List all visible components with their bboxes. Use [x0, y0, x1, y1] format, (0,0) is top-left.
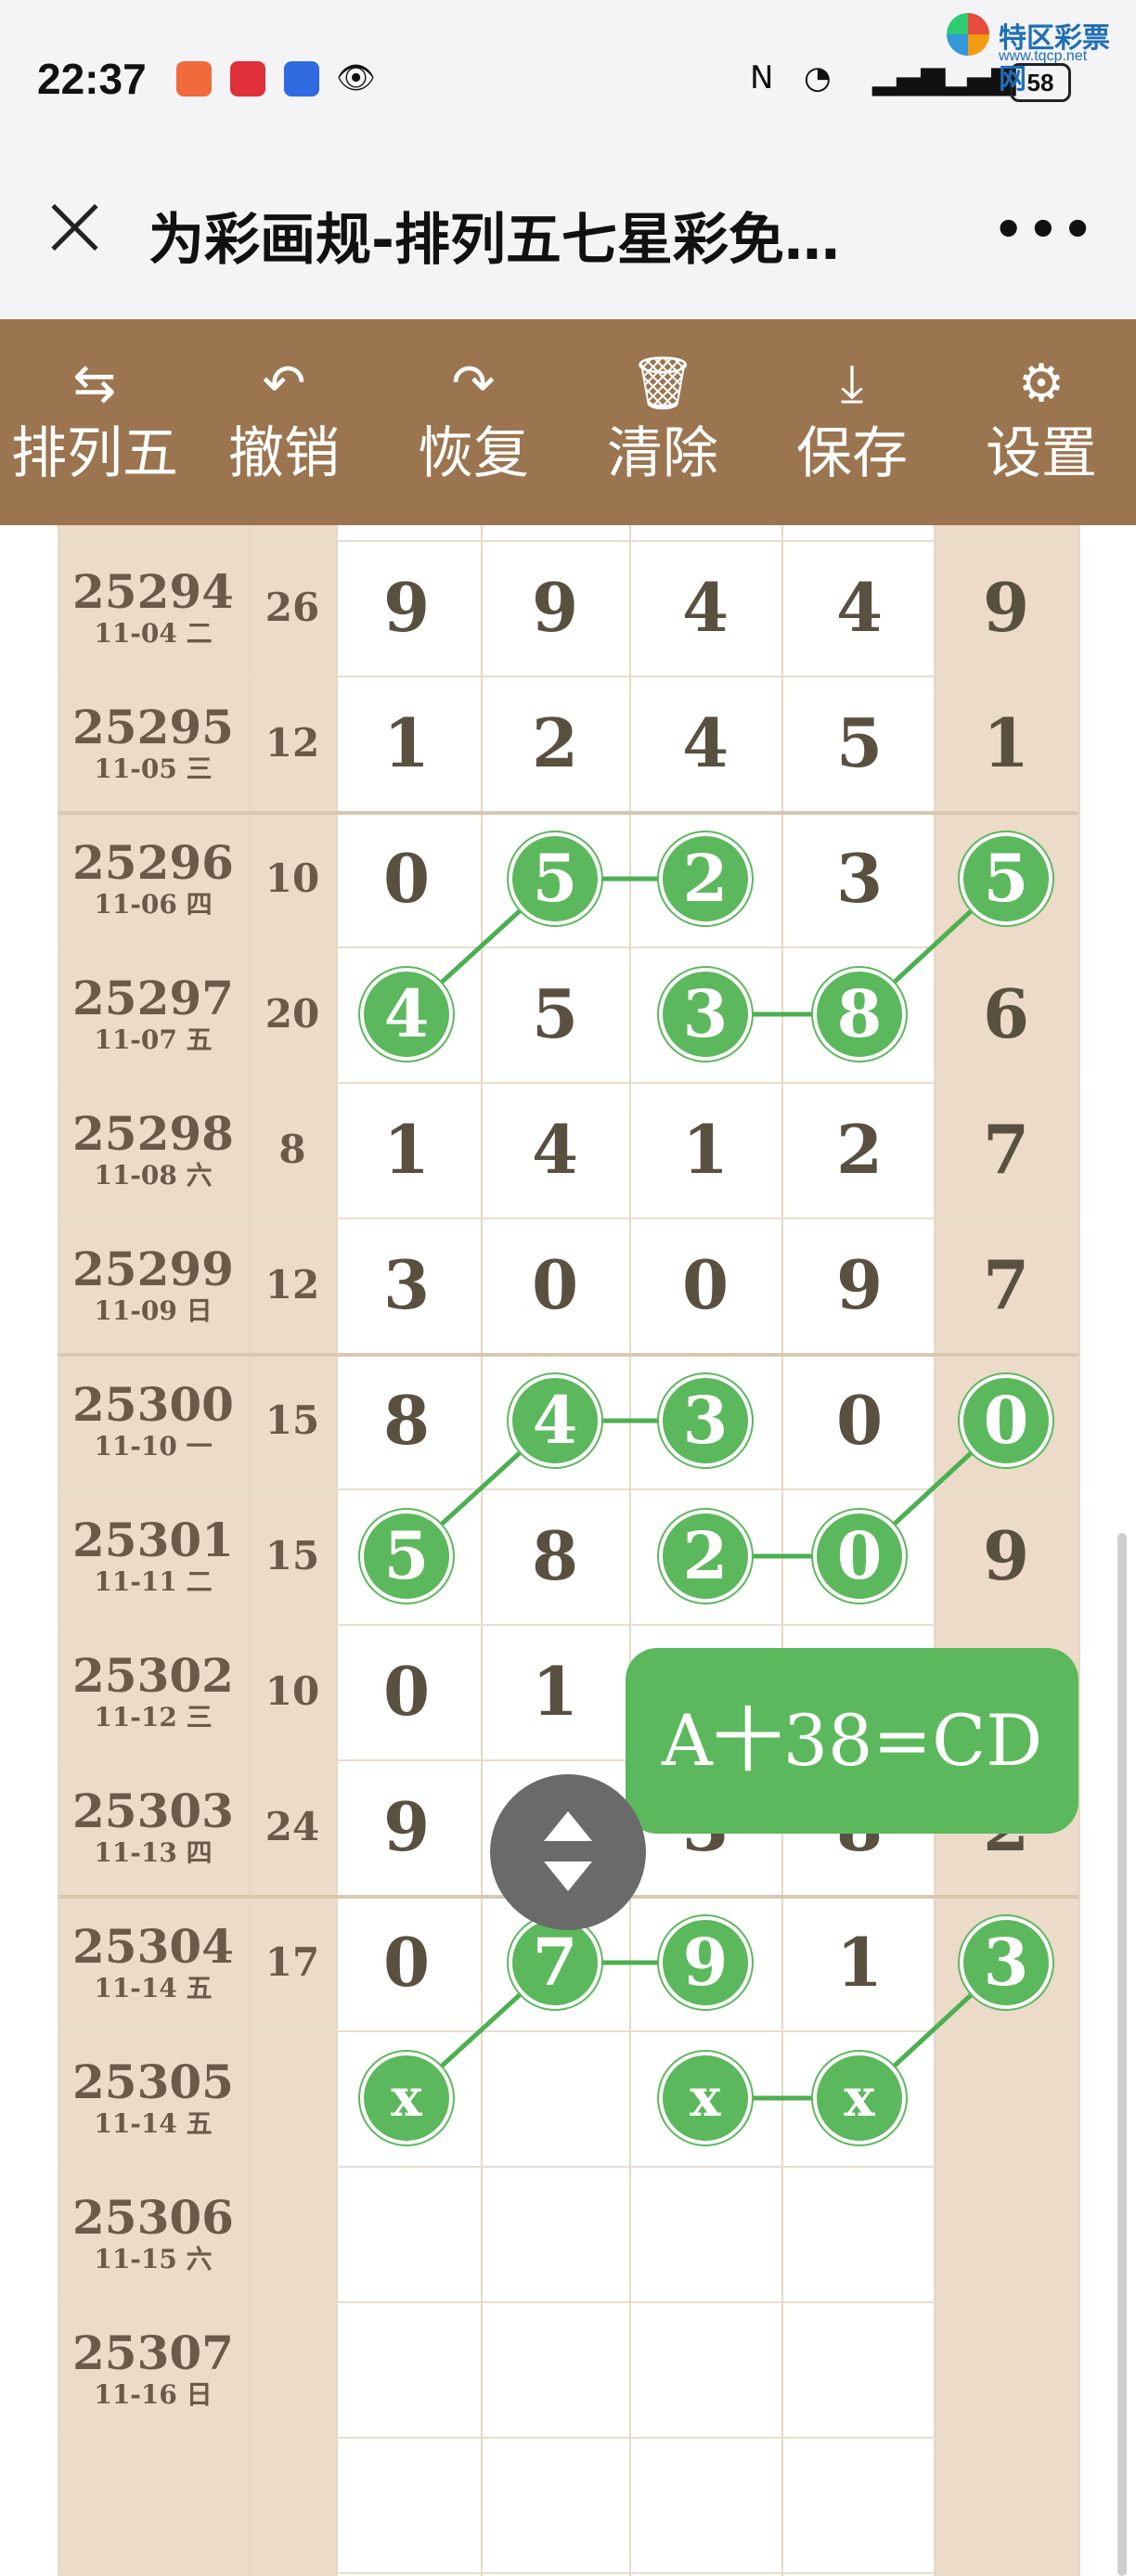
highlighted-digit-ball[interactable]: 4	[360, 968, 453, 1061]
toolbar-label: 撤销	[228, 421, 340, 486]
toolbar-label: 排列五	[11, 421, 178, 486]
toolbar: ⇆ 排列五 ↶ 撤销 ↷ 恢复 🗑 清除 ⤓ 保存 ⚙ 设置	[0, 319, 1136, 525]
toolbar-button-0[interactable]: ⇆ 排列五	[0, 319, 189, 525]
signal-icon: ▂▄▆	[872, 59, 946, 97]
highlighted-digit-ball[interactable]: x	[360, 2052, 453, 2145]
highlighted-digit-ball[interactable]: 4	[509, 1374, 601, 1467]
close-icon[interactable]	[43, 195, 108, 260]
redo-icon: ↷	[451, 354, 496, 414]
page-title: 为彩画规-排列五七星彩免…	[148, 208, 840, 273]
toolbar-button-4[interactable]: ⤓ 保存	[757, 319, 947, 525]
download-icon: ⤓	[840, 354, 864, 414]
toolbar-button-2[interactable]: ↷ 恢复	[379, 319, 568, 525]
toolbar-button-5[interactable]: ⚙ 设置	[947, 319, 1136, 525]
highlighted-digit-ball[interactable]: 3	[960, 1916, 1052, 2009]
app-notification-icon	[176, 61, 212, 97]
message-notification-icon	[230, 61, 265, 97]
clock: 22:37	[37, 55, 147, 103]
watermark-circle-icon	[947, 13, 989, 56]
highlighted-digit-ball[interactable]: x	[813, 2052, 906, 2145]
gear-icon: ⚙	[1017, 354, 1065, 414]
undo-icon: ↶	[262, 354, 306, 414]
highlighted-digit-ball[interactable]: 5	[509, 832, 601, 925]
scroll-toggle-button[interactable]	[490, 1774, 646, 1930]
watermark-url: www.tqcp.net	[999, 48, 1088, 64]
formula-bubble: A十38=CD	[626, 1648, 1078, 1834]
highlighted-digit-ball[interactable]: 3	[659, 968, 752, 1061]
eye-icon: 👁	[336, 59, 377, 97]
highlighted-digit-ball[interactable]: 7	[509, 1916, 601, 2009]
highlighted-digit-ball[interactable]: 5	[360, 1510, 453, 1603]
highlighted-digit-ball[interactable]: x	[659, 2052, 752, 2145]
swap-icon: ⇆	[72, 354, 117, 414]
watermark-logo: 特区彩票网 www.tqcp.net	[947, 13, 1132, 96]
highlighted-digit-ball[interactable]: 8	[813, 968, 906, 1061]
highlighted-digit-ball[interactable]: 2	[659, 1510, 752, 1603]
toolbar-button-3[interactable]: 🗑 清除	[568, 319, 757, 525]
browser-notification-icon	[284, 61, 319, 97]
toolbar-label: 设置	[986, 421, 1097, 486]
toolbar-button-1[interactable]: ↶ 撤销	[189, 319, 379, 525]
trash-icon: 🗑	[629, 354, 696, 414]
wifi-icon: ◔	[804, 59, 832, 97]
status-bar: 22:37 👁 N ◔ ▂▄▆ ▂▄▆ 58 特区彩票网 www.tqcp.ne…	[0, 0, 1136, 167]
toolbar-label: 清除	[607, 421, 718, 486]
lottery-chart-grid[interactable]: 25294 11-04 二 26 9 9 4 4 9 25295 11-05 三 12 1 2 4 5 1 25…	[0, 525, 1136, 2576]
more-menu-button[interactable]: •••	[993, 202, 1097, 258]
toolbar-label: 保存	[796, 421, 908, 486]
connection-lines	[405, 876, 1008, 2101]
highlighted-digit-ball[interactable]: 9	[659, 1916, 752, 2009]
nfc-icon: N	[750, 59, 774, 97]
highlighted-digit-ball[interactable]: 2	[659, 832, 752, 925]
toolbar-label: 恢复	[418, 421, 529, 486]
highlighted-digit-ball[interactable]: 0	[813, 1510, 906, 1603]
highlighted-digit-ball[interactable]: 3	[659, 1374, 752, 1467]
highlighted-digit-ball[interactable]: 5	[960, 832, 1052, 925]
highlighted-digit-ball[interactable]: 0	[960, 1374, 1052, 1467]
title-bar: 为彩画规-排列五七星彩免… •••	[0, 167, 1136, 319]
